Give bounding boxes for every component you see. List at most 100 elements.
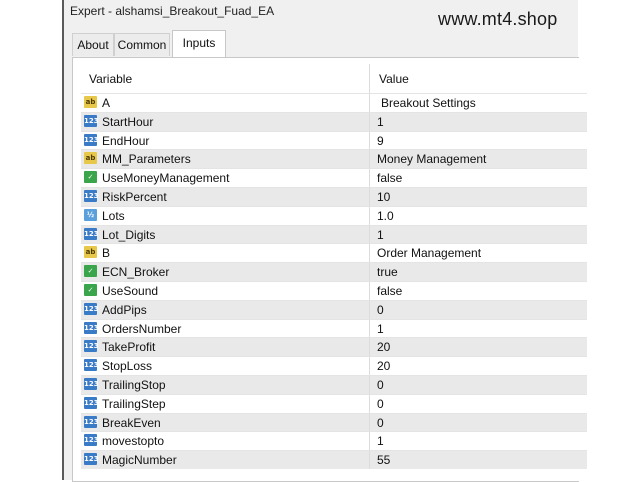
- tab-about[interactable]: About: [72, 33, 114, 56]
- variable-value[interactable]: 20: [377, 340, 390, 354]
- variable-name: MM_Parameters: [102, 152, 191, 167]
- table-row[interactable]: 123 RiskPercent 10: [81, 186, 587, 206]
- variable-value[interactable]: 1.0: [377, 209, 394, 223]
- variable-value[interactable]: 0: [377, 303, 384, 317]
- column-divider: [369, 451, 370, 469]
- variable-value[interactable]: Breakout Settings: [381, 96, 476, 110]
- variable-value[interactable]: Order Management: [377, 246, 481, 260]
- table-row[interactable]: ab B Order Management: [81, 243, 587, 263]
- integer-icon: 123: [84, 359, 99, 372]
- variable-name: OrdersNumber: [102, 321, 182, 336]
- table-row[interactable]: ✓ UseSound false: [81, 280, 587, 300]
- integer-icon: 123: [84, 114, 99, 127]
- variable-name: A: [102, 96, 111, 110]
- watermark-text: www.mt4.shop: [438, 9, 558, 29]
- variable-value[interactable]: true: [377, 265, 398, 279]
- variable-name: UseSound: [102, 283, 159, 298]
- left-margin: [0, 0, 62, 480]
- integer-icon: 123: [84, 396, 99, 409]
- variable-name: UseMoneyManagement: [102, 171, 230, 186]
- variable-value[interactable]: 55: [377, 453, 390, 467]
- integer-icon: 123: [84, 377, 99, 390]
- column-divider: [369, 112, 370, 131]
- column-divider: [369, 432, 370, 451]
- column-divider: [369, 150, 370, 169]
- variable-value[interactable]: 1: [377, 228, 384, 242]
- column-divider: [369, 187, 370, 206]
- variable-name: AddPips: [102, 302, 147, 317]
- column-header-value[interactable]: Value: [379, 72, 409, 86]
- table-row[interactable]: 123 OrdersNumber 1: [81, 318, 587, 338]
- table-row[interactable]: 123 BreakEven 0: [81, 412, 587, 432]
- integer-icon: 123: [84, 453, 99, 466]
- column-divider: [369, 300, 370, 319]
- table-row[interactable]: 123 movestopto 1: [81, 431, 587, 451]
- right-margin: [578, 0, 640, 480]
- variable-value[interactable]: 0: [377, 378, 384, 392]
- column-divider[interactable]: [369, 64, 370, 93]
- variable-name: Lot_Digits: [102, 227, 156, 242]
- integer-icon: 123: [84, 189, 99, 202]
- table-row[interactable]: ab A Breakout Settings: [81, 93, 587, 112]
- variable-value[interactable]: 1: [377, 322, 384, 336]
- variable-name: TrailingStop: [102, 377, 166, 392]
- column-divider: [369, 394, 370, 413]
- integer-icon: 123: [84, 415, 99, 428]
- variable-value[interactable]: 20: [377, 359, 390, 373]
- variable-name: B: [102, 246, 111, 261]
- grid-header: Variable Value: [81, 64, 587, 93]
- variable-name: movestopto: [102, 434, 165, 449]
- table-row[interactable]: 123 StopLoss 20: [81, 356, 587, 375]
- variable-name: ECN_Broker: [102, 265, 170, 280]
- boolean-icon: ✓: [84, 171, 97, 184]
- table-row[interactable]: 123 MagicNumber 55: [81, 450, 587, 469]
- variable-value[interactable]: 1: [377, 434, 384, 448]
- column-divider: [369, 244, 370, 263]
- integer-icon: 123: [84, 434, 99, 447]
- table-row[interactable]: 123 Lot_Digits 1: [81, 224, 587, 244]
- table-row[interactable]: 123 StartHour 1: [81, 111, 587, 131]
- column-divider: [369, 169, 370, 187]
- variable-value[interactable]: 9: [377, 134, 384, 148]
- column-divider: [369, 263, 370, 281]
- string-icon: ab: [84, 96, 97, 108]
- variable-value[interactable]: 1: [377, 115, 384, 129]
- window-title: Expert - alshamsi_Breakout_Fuad_EA: [70, 4, 275, 18]
- string-icon: ab: [84, 246, 97, 259]
- table-row[interactable]: ½ Lots 1.0: [81, 205, 587, 225]
- variable-value[interactable]: 10: [377, 190, 390, 204]
- inputs-panel: Variable Value ab A Breakout Settings 123 St…: [72, 57, 587, 482]
- column-header-variable[interactable]: Variable: [89, 72, 132, 86]
- grid-rows: ab A Breakout Settings 123 StartHour 1 123 EndH…: [81, 93, 587, 469]
- table-row[interactable]: ✓ UseMoneyManagement false: [81, 168, 587, 187]
- table-row[interactable]: 123 TrailingStep 0: [81, 393, 587, 413]
- variable-name: MagicNumber: [102, 453, 177, 468]
- column-divider: [369, 413, 370, 432]
- variable-value[interactable]: 0: [377, 397, 384, 411]
- variable-name: Lots: [102, 208, 125, 223]
- variable-name: RiskPercent: [102, 189, 167, 204]
- column-divider: [369, 338, 370, 357]
- column-divider: [369, 281, 370, 300]
- integer-icon: 123: [84, 227, 99, 240]
- tab-inputs[interactable]: Inputs: [172, 30, 226, 57]
- table-row[interactable]: ✓ ECN_Broker true: [81, 262, 587, 281]
- integer-icon: 123: [84, 321, 99, 334]
- column-divider: [369, 375, 370, 394]
- variable-value[interactable]: false: [377, 171, 402, 185]
- variable-value[interactable]: false: [377, 284, 402, 298]
- string-icon: ab: [84, 152, 97, 165]
- variable-value[interactable]: Money Management: [377, 152, 486, 166]
- table-row[interactable]: 123 EndHour 9: [81, 130, 587, 150]
- table-row[interactable]: 123 AddPips 0: [81, 299, 587, 319]
- table-row[interactable]: ab MM_Parameters Money Management: [81, 149, 587, 169]
- tab-common[interactable]: Common: [114, 33, 170, 56]
- boolean-icon: ✓: [84, 265, 97, 278]
- variable-value[interactable]: 0: [377, 416, 384, 430]
- variable-name: StartHour: [102, 114, 154, 129]
- variable-name: StopLoss: [102, 359, 153, 374]
- table-row[interactable]: 123 TakeProfit 20: [81, 337, 587, 357]
- table-row[interactable]: 123 TrailingStop 0: [81, 374, 587, 394]
- expert-properties-window: Expert - alshamsi_Breakout_Fuad_EA About…: [64, 0, 587, 482]
- variable-name: TrailingStep: [102, 396, 166, 411]
